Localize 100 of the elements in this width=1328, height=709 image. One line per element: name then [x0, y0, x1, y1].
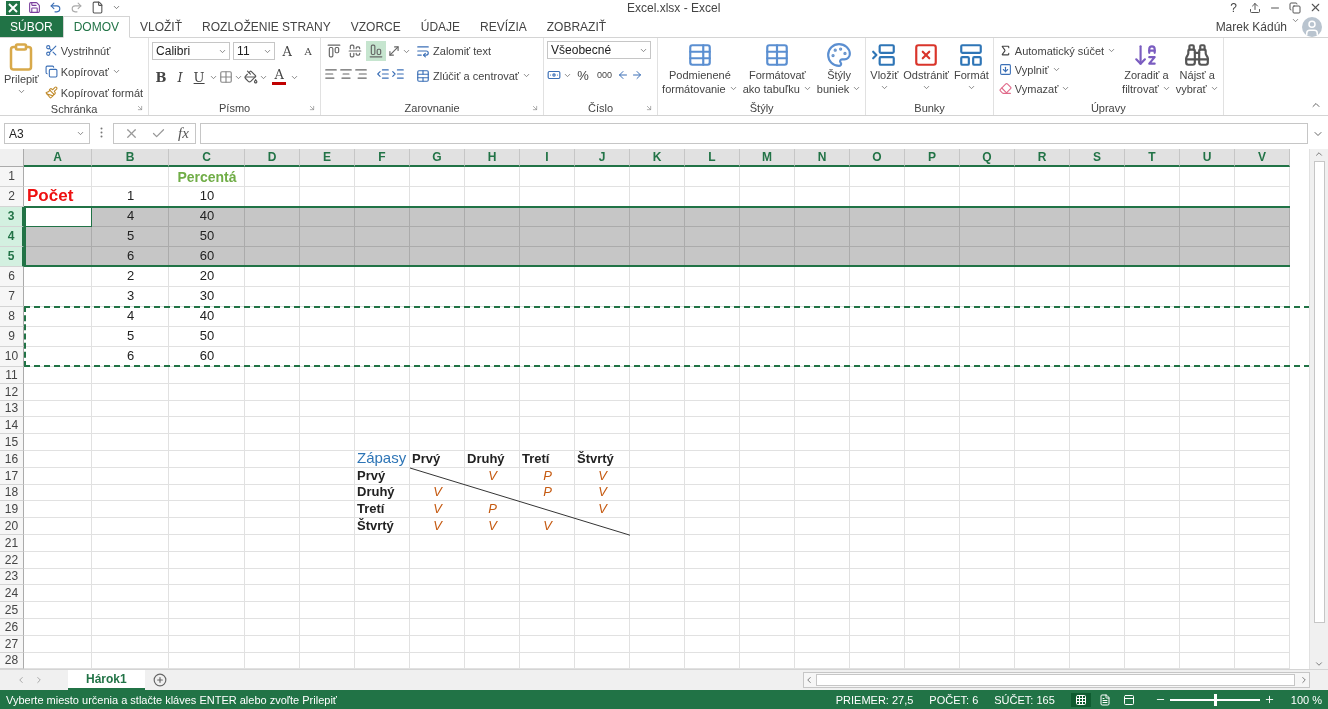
row-header[interactable]: 8 — [0, 306, 24, 327]
column-header[interactable]: F — [355, 148, 410, 167]
ribbon-display-icon[interactable] — [1249, 1, 1261, 14]
ribbon-tab[interactable]: ROZLOŽENIE STRANY — [192, 15, 341, 38]
ribbon-tab[interactable]: REVÍZIA — [470, 15, 537, 38]
scroll-right-icon[interactable] — [1299, 675, 1309, 686]
table-cell-text: V — [597, 467, 609, 485]
sort-filter-button[interactable]: Zoradiť a filtrovať — [1121, 41, 1172, 101]
insert-function-button[interactable]: fx — [178, 125, 189, 143]
ribbon-tab[interactable]: VZORCE — [340, 15, 411, 38]
add-sheet-icon[interactable] — [152, 673, 167, 688]
column-header[interactable]: H — [465, 148, 520, 167]
column-header[interactable]: J — [575, 148, 630, 167]
new-file-icon[interactable] — [91, 1, 104, 15]
row-header[interactable]: 7 — [0, 286, 24, 307]
ribbon-tab[interactable]: VLOŽIŤ — [130, 15, 193, 38]
column-header[interactable]: E — [300, 148, 355, 167]
help-button[interactable]: ? — [1226, 0, 1241, 15]
column-header[interactable]: A — [24, 148, 92, 167]
row-header[interactable]: 19 — [0, 501, 24, 519]
scroll-thumb[interactable] — [816, 674, 1295, 687]
row-header[interactable]: 10 — [0, 346, 24, 367]
number-format-select[interactable]: Všeobecné — [547, 41, 652, 60]
row-header[interactable]: 1 — [0, 166, 24, 187]
redo-icon[interactable] — [70, 1, 83, 15]
font-color-button[interactable]: A — [269, 67, 290, 88]
column-header[interactable]: C — [169, 148, 245, 167]
italic-button[interactable]: I — [171, 67, 190, 88]
copy-button[interactable]: Kopírovať — [42, 62, 146, 82]
column-header[interactable]: S — [1070, 148, 1125, 167]
column-header[interactable]: B — [92, 148, 169, 167]
fill-button[interactable]: Vyplniť — [996, 60, 1119, 80]
ribbon-tab[interactable]: ÚDAJE — [410, 15, 471, 38]
scroll-left-icon[interactable] — [804, 675, 814, 686]
column-header[interactable]: M — [740, 148, 795, 167]
column-header[interactable]: G — [410, 148, 465, 167]
shrink-font-button[interactable]: A — [299, 41, 318, 62]
find-select-button[interactable]: Nájsť a vybrať — [1174, 41, 1220, 101]
next-sheet-icon[interactable] — [34, 675, 44, 686]
column-header[interactable]: I — [520, 148, 575, 167]
column-header[interactable]: K — [630, 148, 685, 167]
group-label: Úpravy — [1090, 101, 1126, 114]
row-header[interactable]: 20 — [0, 518, 24, 535]
vertical-align-button[interactable] — [366, 41, 387, 62]
merge-center-button[interactable]: Zlúčiť a centrovať — [414, 66, 533, 86]
column-header[interactable]: L — [685, 148, 740, 167]
thousands-button[interactable]: 000 — [594, 65, 616, 86]
row-header[interactable]: 14 — [0, 417, 24, 435]
column-header[interactable]: N — [795, 148, 850, 167]
insert-button[interactable]: Vložiť — [869, 41, 900, 101]
cell-styles-button[interactable]: Štýly buniek — [815, 41, 863, 101]
row-header[interactable]: 3 — [0, 206, 24, 227]
name-box[interactable]: A3 — [4, 123, 90, 145]
row-header[interactable]: 5 — [0, 246, 24, 267]
clear-button[interactable]: Vymazať — [996, 79, 1119, 99]
column-header[interactable]: U — [1180, 148, 1235, 167]
restore-icon[interactable] — [1289, 1, 1301, 14]
underline-button[interactable]: U — [190, 67, 209, 88]
zoom-in-icon[interactable] — [1263, 694, 1275, 706]
format-painter-button[interactable]: Kopírovať formát — [42, 83, 146, 103]
view-button[interactable] — [1070, 692, 1091, 707]
row-header[interactable]: 24 — [0, 585, 24, 603]
column-header[interactable]: R — [1015, 148, 1070, 167]
percent-button[interactable]: % — [574, 65, 593, 86]
row-header[interactable]: 15 — [0, 434, 24, 451]
scroll-thumb[interactable] — [1313, 160, 1325, 623]
column-header[interactable]: D — [245, 148, 300, 167]
select-all-corner[interactable] — [0, 148, 24, 167]
table-cell-text: V — [542, 518, 554, 535]
delete-button[interactable]: Odstrániť — [902, 41, 950, 101]
row-header[interactable]: 4 — [0, 226, 24, 247]
row-header[interactable]: 2 — [0, 186, 24, 207]
column-header[interactable]: O — [850, 148, 905, 167]
user-name[interactable]: Marek Kádúh — [1215, 15, 1291, 38]
format-button[interactable]: Formát — [953, 41, 990, 101]
file-tab[interactable]: SÚBOR — [0, 15, 63, 38]
column-header[interactable]: V — [1235, 148, 1290, 167]
format-table-button[interactable]: Formátovať ako tabuľku — [741, 41, 813, 101]
font-name-select[interactable]: Calibri — [152, 42, 231, 61]
row-header[interactable]: 6 — [0, 266, 24, 287]
column-header[interactable]: P — [905, 148, 960, 167]
undo-icon[interactable] — [49, 1, 62, 15]
wrap-text-button[interactable]: Zalomiť text — [414, 41, 533, 61]
table-style-icon — [764, 42, 791, 69]
grow-font-button[interactable]: A — [278, 41, 297, 62]
bold-button[interactable]: B — [152, 67, 171, 88]
save-icon[interactable] — [28, 1, 41, 15]
formula-input[interactable] — [199, 123, 1308, 145]
font-size-select[interactable]: 11 — [233, 42, 276, 61]
conditional-format-button[interactable]: Podmienené formátovanie — [661, 41, 739, 101]
ribbon-tab[interactable]: ZOBRAZIŤ — [536, 15, 617, 38]
previous-sheet-icon[interactable] — [16, 675, 26, 686]
sheet-tab[interactable]: Hárok1 — [68, 670, 145, 691]
row-header[interactable]: 9 — [0, 326, 24, 347]
column-header[interactable]: T — [1125, 148, 1180, 167]
column-header[interactable]: Q — [960, 148, 1015, 167]
cut-button[interactable]: Vystrihnúť — [42, 41, 146, 61]
row-header[interactable]: 25 — [0, 602, 24, 619]
autosum-button[interactable]: Automatický súčet — [996, 41, 1119, 61]
paste-button[interactable]: Prilepiť — [3, 41, 40, 103]
